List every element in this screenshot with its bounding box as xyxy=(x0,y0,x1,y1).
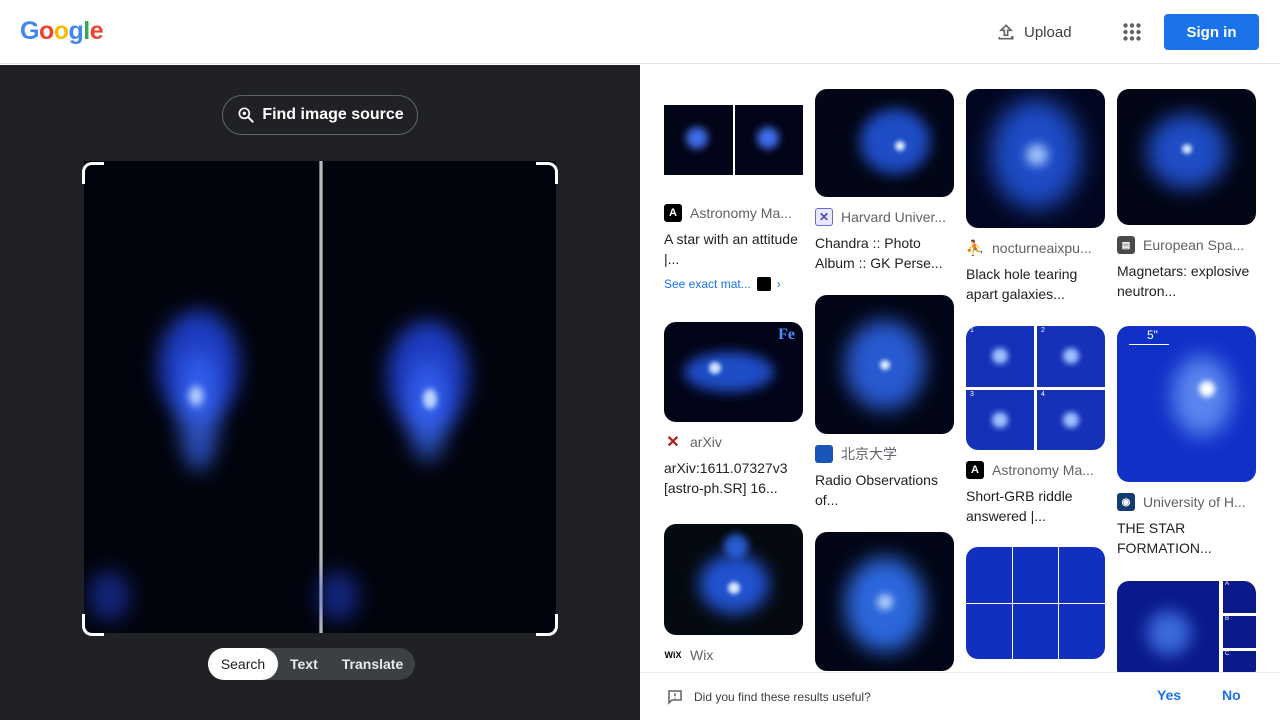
lens-mode-tabs: Search Text Translate xyxy=(208,648,416,680)
query-image[interactable] xyxy=(84,161,556,633)
result-source: WiX Wix xyxy=(664,646,714,664)
google-apps-button[interactable] xyxy=(1116,16,1148,48)
result-card[interactable]: 1 2 3 4 A Astronomy Ma... Short-GRB ridd… xyxy=(966,326,1105,526)
result-thumbnail[interactable]: 5" xyxy=(1117,326,1256,482)
result-title[interactable]: Short-GRB riddle answered |... xyxy=(966,486,1105,526)
upload-button[interactable]: Upload xyxy=(986,14,1082,50)
result-thumbnail[interactable] xyxy=(1117,89,1256,225)
result-source: ⛹ nocturneaixpu... xyxy=(965,239,1092,257)
apps-grid-icon xyxy=(1123,23,1141,41)
result-source: ◉ University of H... xyxy=(1117,492,1256,512)
upload-label: Upload xyxy=(1024,23,1072,41)
visual-matches-panel: A Astronomy Ma... A star with an attitud… xyxy=(640,65,1280,672)
result-card[interactable] xyxy=(966,547,1105,659)
result-title[interactable]: arXiv:1611.07327v3 [astro-ph.SR] 16... xyxy=(664,458,803,498)
result-thumbnail[interactable]: 1 2 3 4 xyxy=(966,326,1105,450)
result-thumbnail[interactable]: Fe xyxy=(664,322,803,422)
result-card[interactable]: 5" ◉ University of H... THE STAR FORMATI… xyxy=(1117,326,1256,558)
fe-label: Fe xyxy=(778,326,795,343)
result-source: A Astronomy Ma... xyxy=(664,203,803,223)
esa-favicon-icon: ▤ xyxy=(1117,236,1135,254)
result-title[interactable]: A star with an attitude |... xyxy=(664,229,803,269)
lens-search-icon xyxy=(238,107,254,123)
result-card[interactable]: A Astronomy Ma... A star with an attitud… xyxy=(664,89,803,291)
astronomy-magazine-favicon-icon: A xyxy=(966,461,984,479)
find-image-source-button[interactable]: Find image source xyxy=(222,95,418,135)
result-card[interactable]: A B C xyxy=(1117,581,1256,672)
result-thumbnail[interactable] xyxy=(815,532,954,671)
result-title[interactable]: Magnetars: explosive neutron... xyxy=(1117,261,1256,301)
wix-favicon-icon: WiX xyxy=(664,646,682,664)
runner-favicon-icon: ⛹ xyxy=(965,239,985,257)
exact-match-thumbnail-icon xyxy=(756,277,771,291)
tab-text[interactable]: Text xyxy=(278,648,330,680)
result-thumbnail[interactable] xyxy=(966,547,1105,659)
query-image-left-frame xyxy=(84,161,318,633)
result-card[interactable] xyxy=(815,532,954,671)
crop-handle-top-left[interactable] xyxy=(82,162,104,184)
result-title[interactable]: Radio Observations of... xyxy=(815,470,954,510)
result-card[interactable]: Fe ✕ arXiv arXiv:1611.07327v3 [astro-ph.… xyxy=(664,322,803,498)
arxiv-favicon-icon: ✕ xyxy=(664,433,682,451)
astronomy-magazine-favicon-icon: A xyxy=(664,204,682,222)
upload-icon xyxy=(998,24,1014,40)
query-image-right-frame xyxy=(318,161,556,633)
feedback-question: Did you find these results useful? xyxy=(694,689,871,704)
result-card[interactable]: ▤ European Spa... Magnetars: explosive n… xyxy=(1117,89,1256,301)
crop-handle-bottom-left[interactable] xyxy=(82,614,104,636)
result-source: ✕ arXiv xyxy=(664,432,803,452)
feedback-no-button[interactable]: No xyxy=(1222,687,1241,703)
header: Google Upload Sign in xyxy=(0,0,1280,64)
result-source: ▤ European Spa... xyxy=(1117,235,1256,255)
result-card[interactable]: ⛹ nocturneaixpu... Black hole tearing ap… xyxy=(966,89,1105,304)
chevron-right-icon: › xyxy=(776,277,781,291)
feedback-icon xyxy=(668,689,682,705)
result-thumbnail[interactable] xyxy=(815,89,954,197)
result-thumbnail[interactable] xyxy=(664,524,803,635)
peking-university-favicon-icon xyxy=(815,445,833,463)
tab-search[interactable]: Search xyxy=(208,648,278,680)
harvard-favicon-icon: ✕ xyxy=(815,208,833,226)
result-thumbnail[interactable]: A B C xyxy=(1117,581,1256,672)
result-card[interactable]: ✕ Harvard Univer... Chandra :: Photo Alb… xyxy=(815,89,954,273)
google-logo[interactable]: Google xyxy=(20,17,104,46)
result-title[interactable]: Chandra :: Photo Album :: GK Perse... xyxy=(815,233,954,273)
result-card[interactable]: 北京大学 Radio Observations of... xyxy=(815,295,954,510)
feedback-bar: Did you find these results useful? Yes N… xyxy=(640,672,1280,720)
feedback-yes-button[interactable]: Yes xyxy=(1157,687,1181,703)
find-source-label: Find image source xyxy=(262,106,404,123)
result-source: 北京大学 xyxy=(815,444,954,464)
tab-translate[interactable]: Translate xyxy=(330,648,415,680)
crop-handle-bottom-right[interactable] xyxy=(536,614,558,636)
result-thumbnail[interactable] xyxy=(966,89,1105,228)
see-exact-matches-link[interactable]: See exact mat... › xyxy=(664,277,803,291)
sign-in-button[interactable]: Sign in xyxy=(1164,14,1259,50)
result-card[interactable]: WiX Wix xyxy=(664,524,803,665)
scale-label: 5" xyxy=(1147,328,1158,342)
university-seal-favicon-icon: ◉ xyxy=(1117,493,1135,511)
result-title[interactable]: Black hole tearing apart galaxies... xyxy=(966,264,1105,304)
crop-handle-top-right[interactable] xyxy=(536,162,558,184)
result-source: ✕ Harvard Univer... xyxy=(815,207,954,227)
result-thumbnail[interactable] xyxy=(815,295,954,434)
result-source: A Astronomy Ma... xyxy=(966,460,1105,480)
result-thumbnail[interactable] xyxy=(664,89,803,193)
result-title[interactable]: THE STAR FORMATION... xyxy=(1117,518,1256,558)
